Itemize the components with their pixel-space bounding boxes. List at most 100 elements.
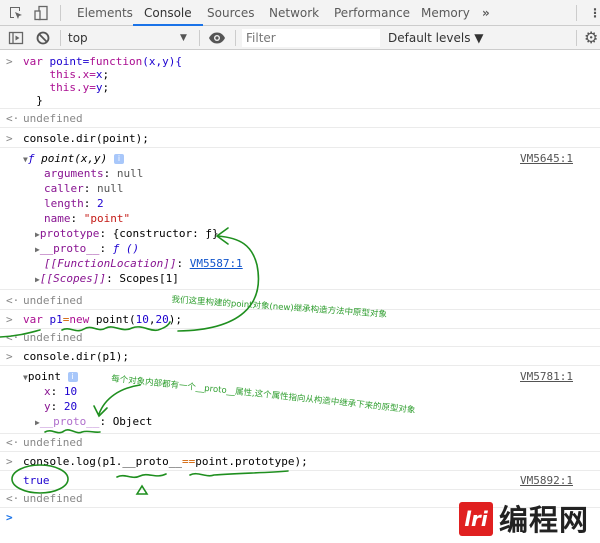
tab-memory[interactable]: Memory	[421, 0, 470, 25]
device-toolbar-icon[interactable]	[33, 5, 49, 21]
result-prompt-icon: <·	[6, 294, 20, 307]
code-line: var point=function(x,y){	[23, 55, 182, 68]
result-value: undefined	[23, 294, 83, 307]
info-icon[interactable]: i	[67, 372, 78, 382]
property-key: name	[44, 212, 71, 225]
more-tabs-icon[interactable]: »	[482, 0, 490, 25]
show-sidebar-icon[interactable]	[8, 30, 24, 46]
code: console.log(p1.__proto__	[23, 455, 182, 468]
property-value: null	[97, 182, 124, 195]
filter-input[interactable]	[242, 29, 380, 47]
property-row[interactable]: ▶prototype: {constructor: ƒ}	[35, 227, 219, 241]
result-prompt-icon: <·	[6, 492, 20, 505]
console-result-entry: <· undefined	[0, 109, 600, 128]
devtools-tab-bar: Elements Console Sources Network Perform…	[0, 0, 600, 26]
member: .y=	[75, 81, 96, 94]
divider	[235, 30, 236, 46]
property-key: prototype	[39, 227, 100, 240]
property-key: caller	[44, 182, 84, 195]
divider	[576, 5, 577, 21]
params: (x,y){	[142, 55, 182, 68]
property-row[interactable]: ▶__proto__: ƒ ()	[35, 242, 139, 256]
console-input-entry: > console.log(p1.__proto__==point.protot…	[0, 452, 600, 471]
tab-performance[interactable]: Performance	[334, 0, 410, 25]
log-levels-dropdown[interactable]: Default levels ▼	[388, 26, 484, 50]
log-value: true	[23, 474, 50, 487]
result-prompt-icon: <·	[6, 436, 20, 449]
source-link[interactable]: VM5781:1	[520, 370, 573, 383]
context-selector[interactable]: top	[68, 26, 88, 50]
code-line: console.log(p1.__proto__==point.prototyp…	[23, 455, 308, 468]
property-key: [[FunctionLocation]]	[44, 257, 177, 270]
input-prompt-icon: >	[6, 313, 13, 326]
property-value: null	[116, 167, 144, 180]
property-row[interactable]: ▶[[Scopes]]: Scopes[1]	[35, 272, 179, 286]
result-prompt-icon: <·	[6, 112, 20, 125]
object-name: point	[27, 370, 61, 383]
inspect-element-icon[interactable]	[8, 5, 24, 21]
keyword: function	[89, 55, 143, 68]
context-dropdown-arrow-icon[interactable]: ▼	[180, 26, 187, 50]
tab-sources[interactable]: Sources	[207, 0, 254, 25]
console-result-entry: <· undefined	[0, 434, 600, 452]
logo-icon: lri	[459, 502, 493, 536]
member: .x=	[75, 68, 96, 81]
property-key: __proto__	[39, 242, 100, 255]
code-line: }	[23, 94, 43, 107]
punct: );	[168, 313, 182, 326]
result-value: undefined	[23, 436, 83, 449]
watermark-logo: lri 编程网	[459, 502, 599, 538]
kebab-menu-icon[interactable]: ⋮	[589, 0, 600, 25]
property-value: "point"	[83, 212, 131, 225]
tab-elements[interactable]: Elements	[77, 0, 133, 25]
function-glyph: ƒ	[27, 152, 35, 165]
keyword: this	[23, 81, 76, 94]
console-result-entry: <· undefined	[0, 329, 600, 347]
info-icon[interactable]: i	[113, 154, 124, 164]
source-link[interactable]: VM5645:1	[520, 152, 573, 165]
live-expression-eye-icon[interactable]	[208, 31, 226, 45]
function-name: point(x,y)	[41, 152, 108, 165]
property-value: ƒ ()	[112, 242, 140, 255]
operator: ==	[181, 455, 196, 468]
input-prompt-icon: >	[6, 55, 13, 68]
number: 10	[135, 313, 149, 326]
property-row: x: 10	[44, 385, 78, 398]
console-toolbar: top ▼ Default levels ▼ ⚙	[0, 26, 600, 50]
divider	[199, 30, 200, 46]
punct: ;	[102, 81, 110, 94]
result-prompt-icon: <·	[6, 331, 20, 344]
console-input-entry: > console.dir(point);	[0, 128, 600, 148]
property-value: 2	[97, 197, 104, 210]
source-link[interactable]: VM5892:1	[520, 474, 573, 487]
property-key: [[Scopes]]	[39, 272, 107, 285]
input-caret-icon: >	[6, 511, 13, 524]
logo-text: 编程网	[499, 503, 590, 537]
property-key: __proto__	[39, 415, 100, 428]
object-header[interactable]: ▼point i	[23, 370, 78, 384]
clear-console-icon[interactable]	[35, 30, 51, 46]
property-row: y: 20	[44, 400, 78, 413]
property-row: arguments: null	[44, 167, 144, 180]
code-line: this.y=y;	[23, 81, 109, 94]
input-prompt-icon: >	[6, 350, 13, 363]
input-prompt-icon: >	[6, 132, 13, 145]
console-settings-gear-icon[interactable]: ⚙	[584, 26, 598, 50]
console-input-entry: > console.dir(p1);	[0, 347, 600, 366]
property-key: y	[44, 400, 51, 413]
call: point(	[89, 313, 136, 326]
function-header[interactable]: ▼ƒ point(x,y) i	[23, 152, 124, 166]
result-value: undefined	[23, 331, 83, 344]
property-key: length	[44, 197, 84, 210]
property-row: name: "point"	[44, 212, 131, 225]
identifier: point=	[42, 55, 90, 68]
tab-console[interactable]: Console	[133, 0, 203, 26]
number: 20	[155, 313, 169, 326]
tab-network[interactable]: Network	[269, 0, 319, 25]
input-prompt-icon: >	[6, 455, 13, 468]
property-value: {constructor: ƒ}	[112, 227, 219, 240]
console-object-output: ▼ƒ point(x,y) i VM5645:1 arguments: null…	[0, 148, 600, 290]
keyword: this	[23, 68, 76, 81]
function-location-link[interactable]: VM5587:1	[190, 257, 243, 270]
property-row[interactable]: ▶__proto__: Object	[35, 415, 152, 429]
